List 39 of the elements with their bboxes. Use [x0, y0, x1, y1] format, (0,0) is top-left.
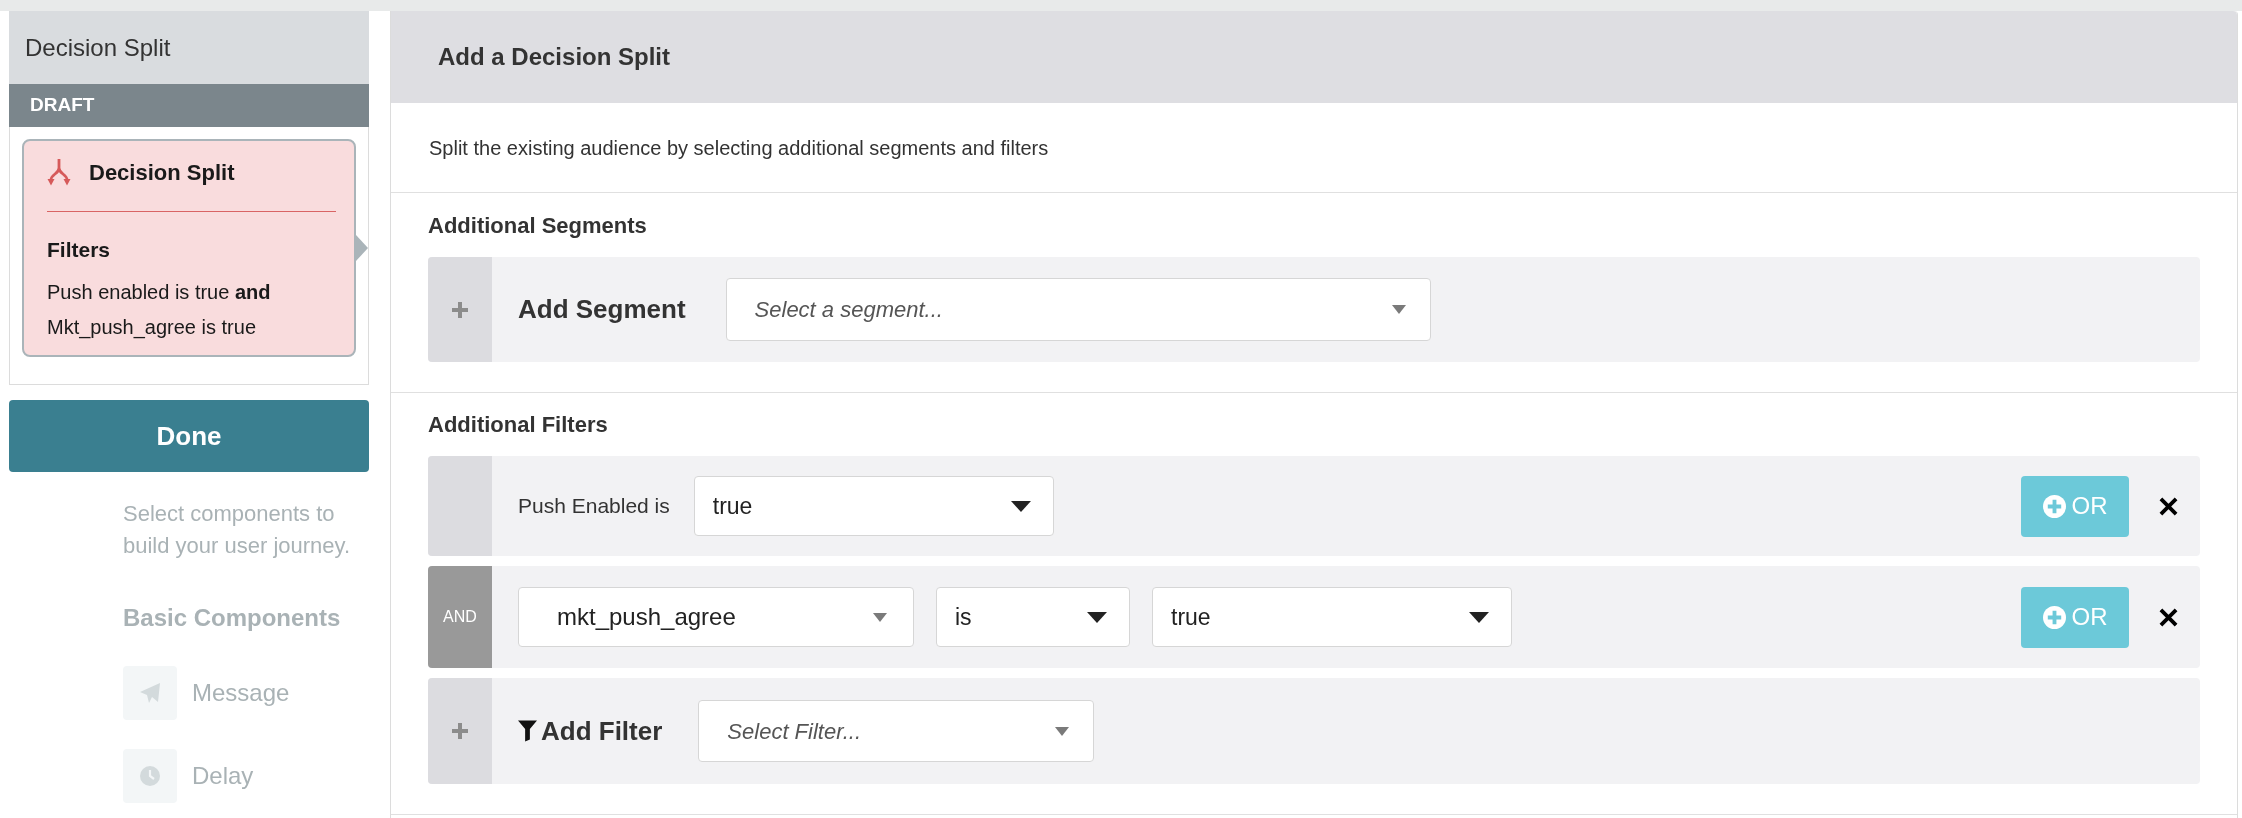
value-dropdown[interactable]: true [1152, 587, 1512, 647]
filter-summary: Push enabled is true and Mkt_push_agree is true [47, 280, 272, 341]
segment-dropdown[interactable]: Select a segment... [725, 278, 1431, 341]
close-icon[interactable] [2159, 496, 2178, 516]
card-pointer-icon [356, 235, 368, 261]
caret-down-icon [1087, 611, 1107, 623]
caret-down-icon [1469, 611, 1489, 623]
clock-icon [123, 749, 177, 803]
section-heading: Additional Filters [428, 411, 609, 439]
dialog-description: Split the existing audience by selecting additional segments and filters [429, 135, 1049, 161]
caret-down-icon [1055, 726, 1070, 736]
status-label: DRAFT [30, 93, 95, 118]
caret-down-icon [873, 612, 887, 622]
filter-label: Push Enabled is [518, 493, 670, 520]
done-button[interactable]: Done [9, 400, 369, 472]
dialog-title: Add a Decision Split [438, 42, 671, 72]
add-filter-label: Add Filter [541, 714, 663, 748]
operator-dropdown[interactable]: is [936, 587, 1130, 647]
caret-down-icon [1391, 305, 1406, 314]
close-icon[interactable] [2159, 607, 2178, 627]
funnel-icon [518, 720, 537, 742]
paper-plane-icon [123, 666, 177, 720]
section-title: Basic Components [123, 603, 342, 633]
card-section-title: Filters [47, 237, 112, 263]
plus-circle-icon [2042, 605, 2066, 629]
plus-circle-icon [2042, 494, 2066, 518]
plus-icon [452, 301, 468, 318]
add-segment-label: Add Segment [518, 293, 686, 326]
plus-icon [452, 723, 468, 739]
section-heading: Additional Segments [428, 212, 648, 240]
panel-title: Decision Split [25, 32, 171, 63]
intro-text: Select components to build your user journey. [123, 500, 352, 560]
filter-dropdown[interactable]: Select Filter... [698, 700, 1095, 762]
split-arrows-icon [47, 158, 71, 186]
connector-tag: AND [428, 566, 492, 668]
value-dropdown[interactable]: true [693, 476, 1054, 536]
attribute-dropdown[interactable]: mkt_push_agree [518, 587, 914, 647]
caret-down-icon [1010, 500, 1031, 512]
card-title: Decision Split [89, 158, 235, 187]
